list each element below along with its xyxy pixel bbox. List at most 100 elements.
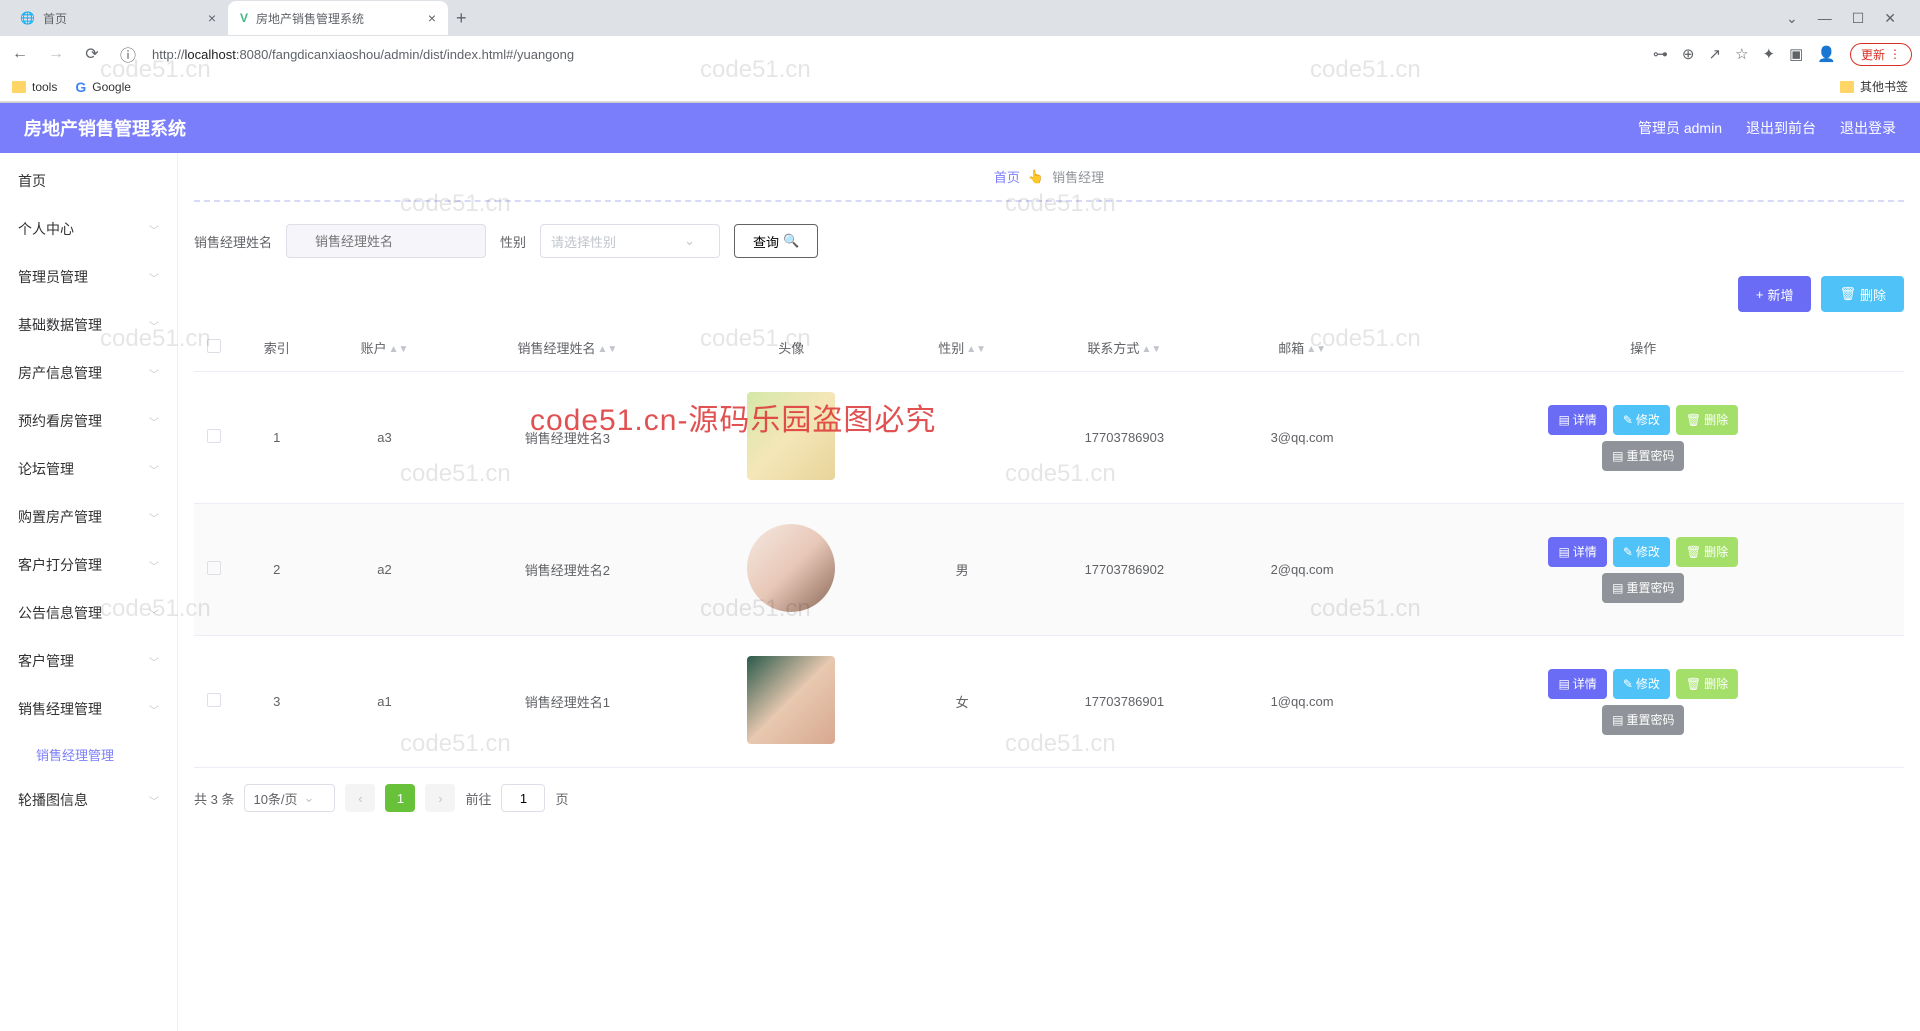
- sidebar-item-appointment[interactable]: 预约看房管理﹀: [0, 397, 177, 445]
- chevron-down-icon: ﹀: [149, 606, 159, 621]
- doc-icon: ▤: [1558, 545, 1569, 559]
- folder-icon: [1840, 81, 1854, 93]
- url-input[interactable]: http://localhost:8080/fangdicanxiaoshou/…: [152, 47, 1641, 62]
- add-button[interactable]: +新增: [1738, 276, 1812, 312]
- detail-button[interactable]: ▤详情: [1548, 669, 1606, 699]
- browser-tab-app[interactable]: V 房地产销售管理系统 ×: [228, 1, 448, 35]
- detail-button[interactable]: ▤详情: [1548, 537, 1606, 567]
- edit-button[interactable]: ✎修改: [1613, 669, 1670, 699]
- share-icon[interactable]: ↗: [1709, 45, 1722, 63]
- sidebar-item-basedata[interactable]: 基础数据管理﹀: [0, 301, 177, 349]
- chevron-down-icon: ﹀: [149, 510, 159, 525]
- edit-button[interactable]: ✎修改: [1613, 405, 1670, 435]
- sidebar-item-home[interactable]: 首页: [0, 157, 177, 205]
- profile-icon[interactable]: 👤: [1817, 45, 1836, 63]
- row-delete-button[interactable]: 🗑删除: [1676, 669, 1738, 699]
- next-page-button[interactable]: ›: [425, 784, 455, 812]
- page-number-1[interactable]: 1: [385, 784, 415, 812]
- sidebar-item-personal[interactable]: 个人中心﹀: [0, 205, 177, 253]
- key-icon[interactable]: ⊶: [1653, 45, 1668, 63]
- col-name[interactable]: 销售经理姓名▲▼: [450, 324, 686, 372]
- checkbox-all[interactable]: [207, 339, 221, 353]
- sidebar-item-rating[interactable]: 客户打分管理﹀: [0, 541, 177, 589]
- forward-icon[interactable]: →: [44, 45, 68, 63]
- col-gender[interactable]: 性别▲▼: [897, 324, 1027, 372]
- detail-button[interactable]: ▤详情: [1548, 405, 1606, 435]
- bookmark-bar: tools GGoogle 其他书签: [0, 72, 1920, 102]
- reload-icon[interactable]: ⟳: [80, 44, 104, 64]
- reset-password-button[interactable]: ▤重置密码: [1602, 573, 1684, 603]
- row-delete-button[interactable]: 🗑删除: [1676, 405, 1738, 435]
- bookmark-google[interactable]: GGoogle: [75, 79, 131, 95]
- reset-password-button[interactable]: ▤重置密码: [1602, 441, 1684, 471]
- search-gender-select[interactable]: 请选择性别 ⌄: [540, 224, 720, 258]
- sidebar-item-carousel[interactable]: 轮播图信息﹀: [0, 776, 177, 824]
- breadcrumb-current: 销售经理: [1052, 167, 1104, 186]
- row-checkbox[interactable]: [207, 561, 221, 575]
- sidebar-item-customer[interactable]: 客户管理﹀: [0, 637, 177, 685]
- chevron-down-icon: ﹀: [149, 702, 159, 717]
- reset-password-button[interactable]: ▤重置密码: [1602, 705, 1684, 735]
- bookmark-icon[interactable]: ☆: [1735, 45, 1748, 63]
- row-checkbox[interactable]: [207, 429, 221, 443]
- edit-button[interactable]: ✎修改: [1613, 537, 1670, 567]
- goto-page-input[interactable]: [501, 784, 545, 812]
- bookmark-other[interactable]: 其他书签: [1840, 78, 1908, 95]
- info-icon[interactable]: ⓘ: [116, 42, 140, 66]
- table-row: 1 a3 销售经理姓名3 17703786903 3@qq.com ▤详情 ✎修…: [194, 372, 1904, 504]
- sidebar-item-admin[interactable]: 管理员管理﹀: [0, 253, 177, 301]
- cell-gender: 男: [897, 504, 1027, 636]
- browser-tab-home[interactable]: 🌐 首页 ×: [8, 1, 228, 35]
- logout-link[interactable]: 退出登录: [1840, 118, 1896, 138]
- sidebar-item-notice[interactable]: 公告信息管理﹀: [0, 589, 177, 637]
- sidebar-item-salesmanager[interactable]: 销售经理管理﹀: [0, 685, 177, 733]
- update-button[interactable]: 更新⋮: [1850, 43, 1912, 66]
- query-button[interactable]: 查询🔍: [734, 224, 818, 258]
- col-actions: 操作: [1383, 324, 1904, 372]
- col-phone[interactable]: 联系方式▲▼: [1027, 324, 1222, 372]
- panel-icon[interactable]: ▣: [1789, 45, 1803, 63]
- globe-icon: 🌐: [20, 11, 35, 25]
- delete-button[interactable]: 🗑删除: [1821, 276, 1904, 312]
- sidebar-item-forum[interactable]: 论坛管理﹀: [0, 445, 177, 493]
- col-email[interactable]: 邮箱▲▼: [1222, 324, 1383, 372]
- sidebar-subitem-salesmanager[interactable]: 销售经理管理: [0, 733, 177, 776]
- hand-icon: 👆: [1028, 169, 1044, 185]
- logout-front-link[interactable]: 退出到前台: [1746, 118, 1816, 138]
- sort-icon: ▲▼: [1306, 347, 1326, 353]
- minimize-icon[interactable]: —: [1818, 10, 1832, 27]
- maximize-icon[interactable]: ☐: [1852, 10, 1865, 27]
- cell-avatar: [685, 372, 897, 504]
- user-label[interactable]: 管理员 admin: [1638, 118, 1722, 138]
- zoom-icon[interactable]: ⊕: [1682, 45, 1695, 63]
- back-icon[interactable]: ←: [8, 45, 32, 63]
- breadcrumb-home[interactable]: 首页: [994, 167, 1020, 186]
- pagination: 共 3 条 10条/页⌄ ‹ 1 › 前往 页: [194, 768, 1904, 828]
- row-actions: ▤详情 ✎修改 🗑删除 ▤重置密码: [1523, 405, 1763, 471]
- bookmark-tools[interactable]: tools: [12, 80, 57, 94]
- table-row: 3 a1 销售经理姓名1 女 17703786901 1@qq.com ▤详情 …: [194, 636, 1904, 768]
- close-window-icon[interactable]: ✕: [1884, 10, 1896, 27]
- new-tab-button[interactable]: +: [448, 8, 475, 29]
- close-icon[interactable]: ×: [428, 10, 436, 26]
- page-size-select[interactable]: 10条/页⌄: [244, 784, 335, 812]
- prev-page-button[interactable]: ‹: [345, 784, 375, 812]
- col-index[interactable]: 索引: [234, 324, 320, 372]
- col-account[interactable]: 账户▲▼: [320, 324, 450, 372]
- close-icon[interactable]: ×: [208, 10, 216, 26]
- sidebar-item-property[interactable]: 房产信息管理﹀: [0, 349, 177, 397]
- avatar-image: [747, 524, 835, 612]
- row-checkbox[interactable]: [207, 693, 221, 707]
- extension-icon[interactable]: ✦: [1763, 45, 1776, 63]
- app-header: 房地产销售管理系统 管理员 admin 退出到前台 退出登录: [0, 103, 1920, 153]
- dropdown-icon[interactable]: ⌄: [1786, 10, 1798, 27]
- search-name-input[interactable]: [286, 224, 486, 258]
- tab-title: 首页: [43, 10, 67, 27]
- sidebar-item-purchase[interactable]: 购置房产管理﹀: [0, 493, 177, 541]
- chevron-down-icon: ﹀: [149, 462, 159, 477]
- avatar-image: [747, 392, 835, 480]
- row-delete-button[interactable]: 🗑删除: [1676, 537, 1738, 567]
- action-bar: +新增 🗑删除: [194, 276, 1904, 312]
- cell-email: 2@qq.com: [1222, 504, 1383, 636]
- cell-name: 销售经理姓名2: [450, 504, 686, 636]
